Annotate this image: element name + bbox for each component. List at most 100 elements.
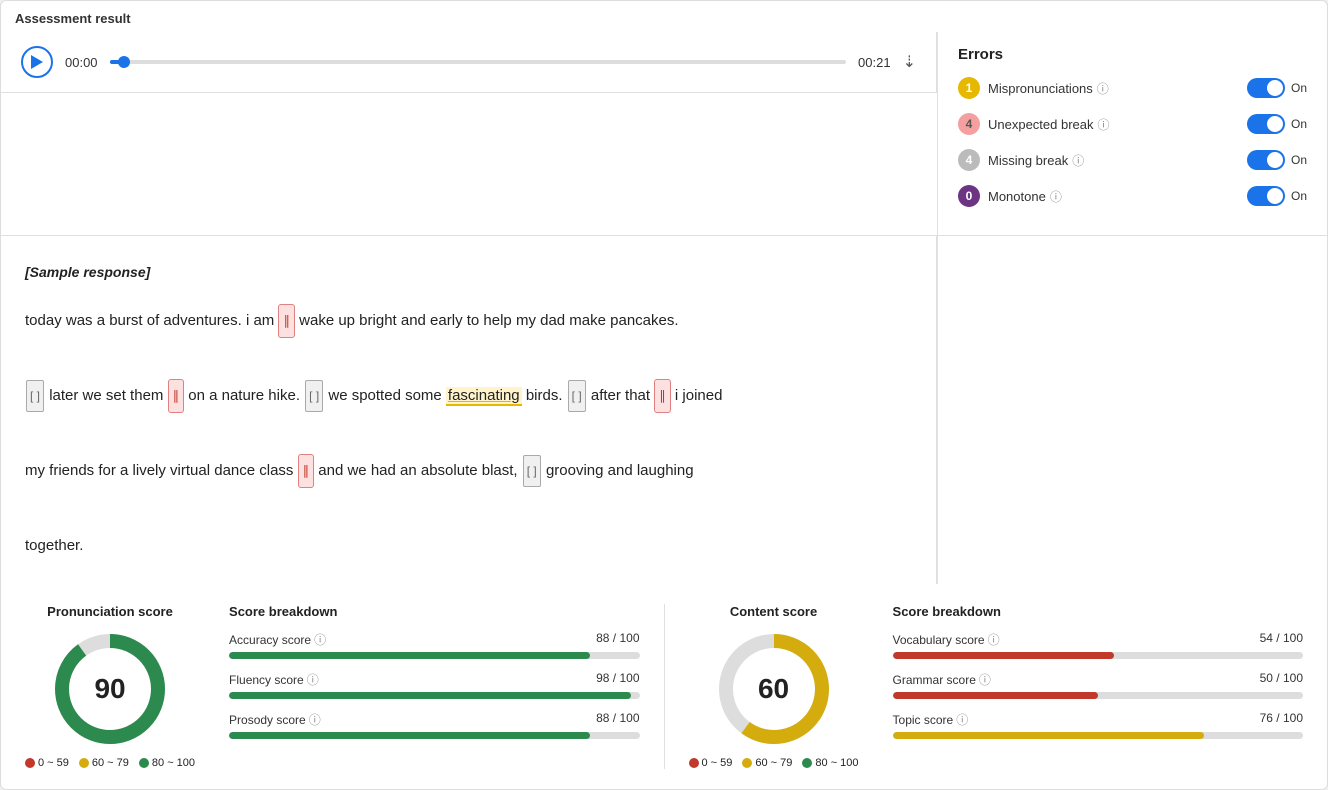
fluency-row: Fluency score ⓘ 98 / 100 — [229, 671, 639, 699]
play-icon — [31, 55, 43, 69]
unexpected-break-toggle-wrap: On — [1247, 114, 1307, 134]
word: together. — [25, 537, 83, 554]
content-legend-item-low: 0 ~ 59 — [689, 757, 733, 769]
pronunciation-breakdown-title: Score breakdown — [229, 604, 639, 619]
vocabulary-value: 54 / 100 — [1260, 631, 1303, 648]
content-legend-dot-low — [689, 758, 699, 768]
mispronunciations-toggle-label: On — [1291, 81, 1307, 95]
prosody-label: Prosody score ⓘ — [229, 711, 321, 728]
errors-title: Errors — [958, 46, 1307, 63]
monotone-badge: 0 — [958, 185, 980, 207]
error-row-missing-break: 4 Missing break ⓘ On — [958, 149, 1307, 171]
word: grooving and laughing — [546, 462, 694, 479]
content-breakdown: Score breakdown Vocabulary score ⓘ 54 / … — [883, 604, 1303, 769]
content-breakdown-title: Score breakdown — [893, 604, 1303, 619]
unexpected-break-toggle[interactable] — [1247, 114, 1285, 134]
content-title: Content score — [730, 604, 817, 619]
bottom-section: Pronunciation score 90 0 ~ 59 60 ~ 79 — [1, 584, 1327, 789]
errors-col-mid — [937, 236, 1327, 584]
monotone-toggle-wrap: On — [1247, 186, 1307, 206]
mispronunciations-toggle-wrap: On — [1247, 78, 1307, 98]
grammar-row: Grammar score ⓘ 50 / 100 — [893, 671, 1303, 699]
break-marker-1: ∥ — [278, 304, 295, 339]
vocabulary-info-icon[interactable]: ⓘ — [988, 631, 1000, 648]
fluency-label: Fluency score ⓘ — [229, 671, 319, 688]
missing-break-label: Missing break ⓘ — [988, 152, 1239, 169]
content-legend-label-high: 80 ~ 100 — [815, 757, 858, 769]
accuracy-label: Accuracy score ⓘ — [229, 631, 326, 648]
content-score-block: Content score 60 0 ~ 59 60 ~ 79 — [689, 604, 859, 769]
prosody-info-icon[interactable]: ⓘ — [309, 711, 321, 728]
accuracy-info-icon[interactable]: ⓘ — [314, 631, 326, 648]
vocabulary-label: Vocabulary score ⓘ — [893, 631, 1000, 648]
text-body: today was a burst of adventures. i am ∥ … — [25, 302, 912, 565]
vocabulary-row: Vocabulary score ⓘ 54 / 100 — [893, 631, 1303, 659]
monotone-toggle[interactable] — [1247, 186, 1285, 206]
break-marker-4: ∥ — [298, 454, 315, 489]
accuracy-bar-fill — [229, 652, 590, 659]
accuracy-row: Accuracy score ⓘ 88 / 100 — [229, 631, 639, 659]
bracket-2: [ ] — [305, 380, 323, 412]
missing-break-toggle[interactable] — [1247, 150, 1285, 170]
fluency-value: 98 / 100 — [596, 671, 639, 688]
word: birds. — [526, 387, 567, 404]
grammar-value: 50 / 100 — [1260, 671, 1303, 688]
accuracy-bar-bg — [229, 652, 639, 659]
mispronunciations-label: Mispronunciations ⓘ — [988, 80, 1239, 97]
word: wake up bright and early to help my dad … — [299, 312, 678, 329]
prosody-value: 88 / 100 — [596, 711, 639, 728]
bracket-4: [ ] — [523, 455, 541, 487]
grammar-bar-fill — [893, 692, 1098, 699]
word: i joined — [675, 387, 723, 404]
word-fascinating: fascinating — [446, 387, 522, 406]
word: later we set them — [49, 387, 167, 404]
pronunciation-legend: 0 ~ 59 60 ~ 79 80 ~ 100 — [25, 757, 195, 769]
legend-dot-mid — [79, 758, 89, 768]
word: we spotted some — [328, 387, 446, 404]
grammar-bar-bg — [893, 692, 1303, 699]
content-legend-item-high: 80 ~ 100 — [802, 757, 858, 769]
pronunciation-score-block: Pronunciation score 90 0 ~ 59 60 ~ 79 — [25, 604, 195, 769]
text-panel: [Sample response] today was a burst of a… — [1, 236, 937, 584]
fluency-bar-bg — [229, 692, 639, 699]
progress-thumb — [118, 56, 130, 68]
mispronunciations-toggle[interactable] — [1247, 78, 1285, 98]
download-button[interactable]: ⇣ — [903, 52, 916, 72]
legend-item-high: 80 ~ 100 — [139, 757, 195, 769]
error-row-monotone: 0 Monotone ⓘ On — [958, 185, 1307, 207]
legend-label-high: 80 ~ 100 — [152, 757, 195, 769]
content-legend-dot-high — [802, 758, 812, 768]
bracket-3: [ ] — [568, 380, 586, 412]
pronunciation-title: Pronunciation score — [47, 604, 173, 619]
missing-break-toggle-wrap: On — [1247, 150, 1307, 170]
grammar-info-icon[interactable]: ⓘ — [979, 671, 991, 688]
info-icon-2[interactable]: ⓘ — [1098, 116, 1110, 133]
errors-panel: Errors 1 Mispronunciations ⓘ On 4 Unexpe — [937, 32, 1327, 236]
prosody-bar-fill — [229, 732, 590, 739]
content-legend-label-mid: 60 ~ 79 — [755, 757, 792, 769]
time-end: 00:21 — [858, 55, 891, 70]
audio-player: 00:00 00:21 ⇣ — [1, 32, 937, 93]
fluency-info-icon[interactable]: ⓘ — [307, 671, 319, 688]
play-button[interactable] — [21, 46, 53, 78]
info-icon-4[interactable]: ⓘ — [1050, 188, 1062, 205]
vocabulary-bar-fill — [893, 652, 1115, 659]
grammar-label: Grammar score ⓘ — [893, 671, 991, 688]
unexpected-break-toggle-label: On — [1291, 117, 1307, 131]
progress-bar[interactable] — [110, 60, 847, 64]
scores-separator — [664, 604, 665, 769]
pronunciation-score-number: 90 — [94, 673, 125, 705]
word: today was a burst of adventures. i am — [25, 312, 278, 329]
info-icon-3[interactable]: ⓘ — [1072, 152, 1084, 169]
legend-item-mid: 60 ~ 79 — [79, 757, 129, 769]
pronunciation-breakdown: Score breakdown Accuracy score ⓘ 88 / 10… — [219, 604, 639, 769]
topic-info-icon[interactable]: ⓘ — [956, 711, 968, 728]
topic-bar-bg — [893, 732, 1303, 739]
break-marker-3: ∥ — [654, 379, 671, 414]
pronunciation-donut: 90 — [50, 629, 170, 749]
error-row-mispronunciations: 1 Mispronunciations ⓘ On — [958, 77, 1307, 99]
error-row-unexpected-break: 4 Unexpected break ⓘ On — [958, 113, 1307, 135]
info-icon[interactable]: ⓘ — [1097, 80, 1109, 97]
monotone-label: Monotone ⓘ — [988, 188, 1239, 205]
sample-response-header: [Sample response] — [25, 256, 912, 290]
